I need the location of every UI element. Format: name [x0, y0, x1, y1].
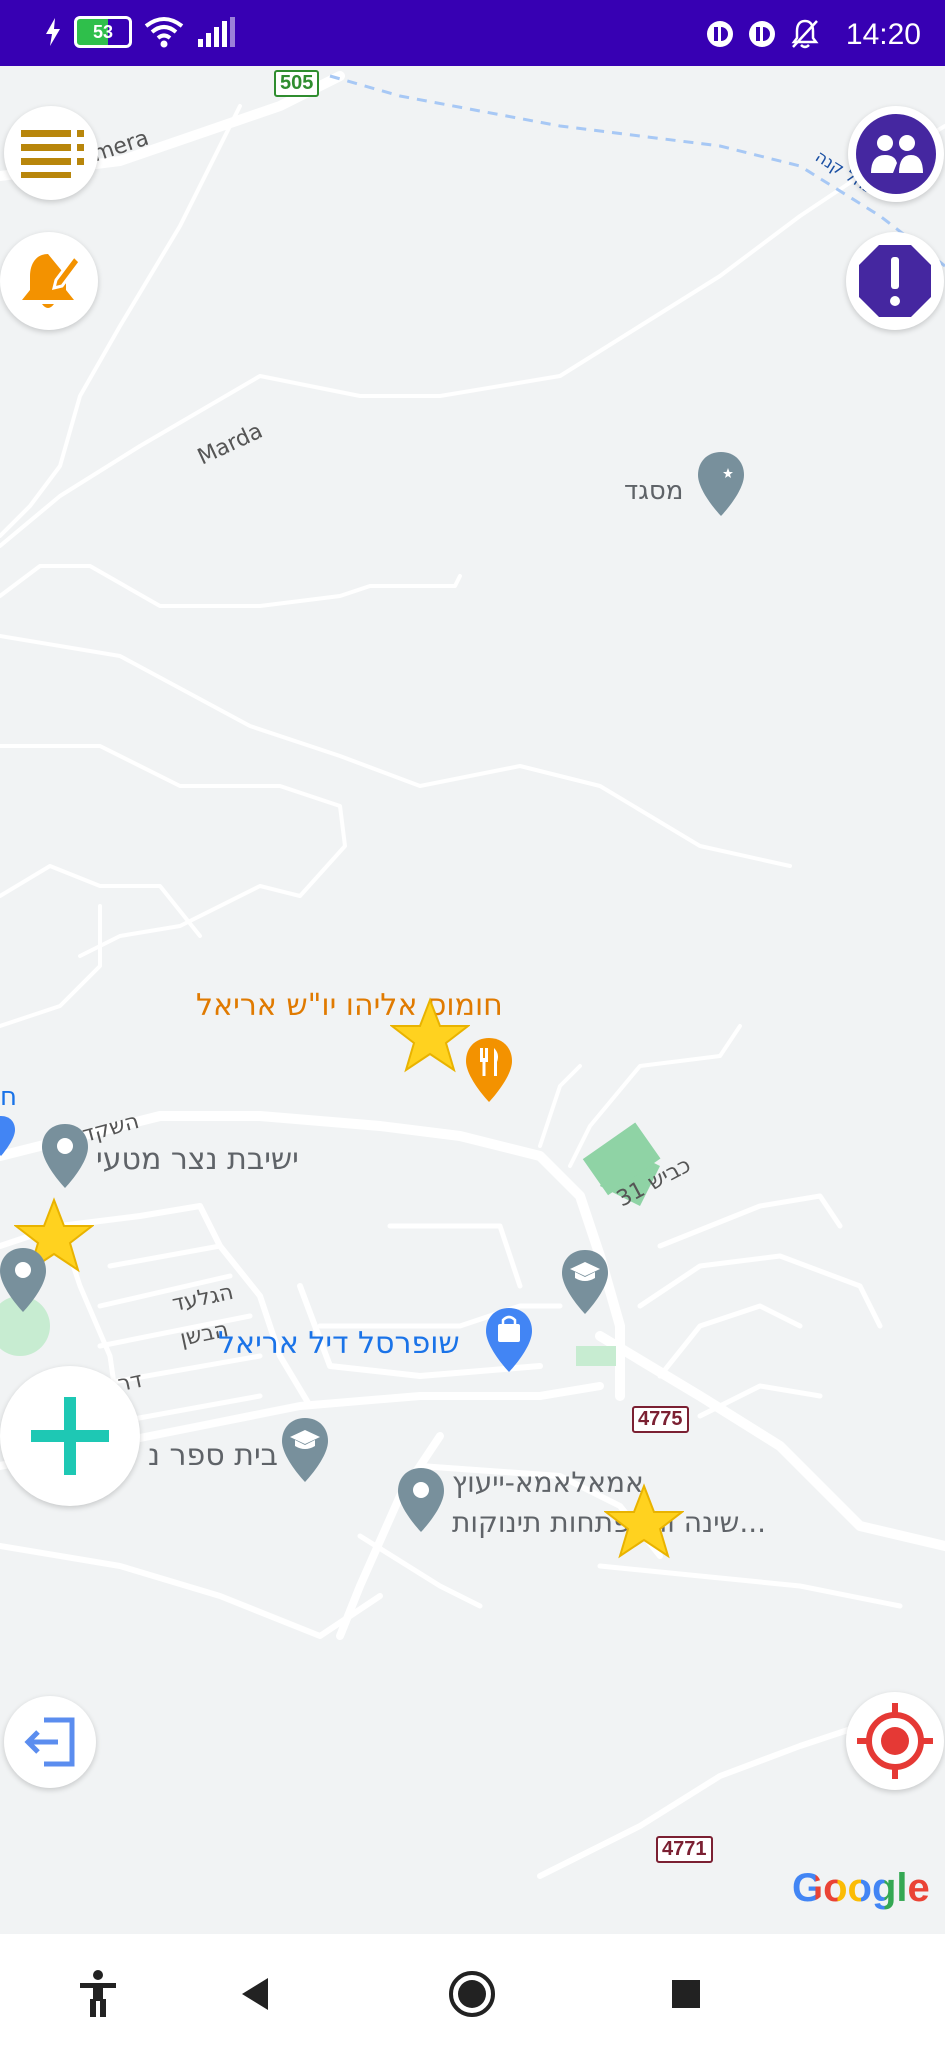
google-logo-text: Google — [792, 1866, 930, 1910]
mosque-pin-icon[interactable] — [696, 450, 746, 520]
battery-indicator: 53 — [74, 16, 132, 48]
logout-icon — [24, 1717, 75, 1767]
accessibility-icon — [80, 1970, 116, 2017]
back-button[interactable] — [226, 1964, 286, 2024]
status-time: 14:20 — [845, 18, 921, 51]
charging-icon — [46, 18, 60, 46]
place-pin-icon[interactable] — [0, 1246, 48, 1316]
place-pin-icon[interactable] — [0, 1114, 16, 1158]
signal-icon — [198, 17, 235, 47]
home-button[interactable] — [442, 1964, 502, 2024]
place-pin-icon[interactable] — [40, 1122, 90, 1192]
poi-label-yeshiva[interactable]: ישיבת נצר מטעי — [96, 1142, 299, 1177]
locate-button[interactable] — [846, 1692, 944, 1790]
poi-label-supermarket[interactable]: שופרסל דיל אריאל — [218, 1326, 460, 1361]
exit-button[interactable] — [4, 1696, 96, 1788]
school-pin-icon[interactable] — [560, 1248, 610, 1318]
restaurant-pin-icon[interactable] — [464, 1036, 514, 1106]
add-button[interactable] — [0, 1366, 140, 1506]
favorite-star-icon[interactable] — [390, 996, 470, 1076]
recents-button[interactable] — [656, 1964, 716, 2024]
place-pin-icon[interactable] — [396, 1466, 446, 1536]
poi-label-school[interactable]: בית ספר נ — [148, 1438, 278, 1473]
favorite-star-icon[interactable] — [604, 1482, 684, 1562]
alert-icon — [859, 245, 931, 317]
wifi-icon — [144, 17, 184, 48]
muted-bell-icon — [791, 19, 819, 49]
map-label-left-edge: ח — [0, 1082, 17, 1112]
google-logo: Google — [792, 1866, 930, 1911]
home-circle-icon — [449, 1971, 495, 2017]
people-icon — [856, 114, 936, 194]
school-pin-icon[interactable] — [280, 1416, 330, 1486]
menu-button[interactable] — [4, 106, 98, 200]
route-shield-4771: 4771 — [656, 1836, 713, 1863]
community-button[interactable] — [848, 106, 944, 202]
accessibility-button[interactable] — [68, 1964, 128, 2024]
system-nav-bar — [0, 1934, 945, 2048]
bell-edit-icon — [22, 253, 82, 308]
notify-button[interactable] — [0, 232, 98, 330]
app-notification-icon — [749, 21, 775, 47]
report-button[interactable] — [846, 232, 944, 330]
back-triangle-icon — [242, 1978, 268, 2010]
poi-label-mosque[interactable]: מסגד — [624, 476, 683, 506]
status-left: 53 — [44, 16, 236, 48]
recents-square-icon — [672, 1980, 700, 2008]
shopping-pin-icon[interactable] — [484, 1306, 534, 1376]
status-right-icons — [705, 18, 821, 50]
app-notification-icon — [707, 21, 733, 47]
route-shield-505: 505 — [274, 70, 320, 97]
route-shield-4775: 4775 — [632, 1406, 689, 1433]
map-view[interactable]: 505 4775 4771 mera Marda נחל קנה השקד כב… — [0, 66, 945, 1934]
menu-icon — [21, 130, 84, 178]
plus-icon — [31, 1397, 109, 1475]
target-icon — [857, 1703, 933, 1779]
status-bar: 53 14:20 — [0, 0, 945, 66]
